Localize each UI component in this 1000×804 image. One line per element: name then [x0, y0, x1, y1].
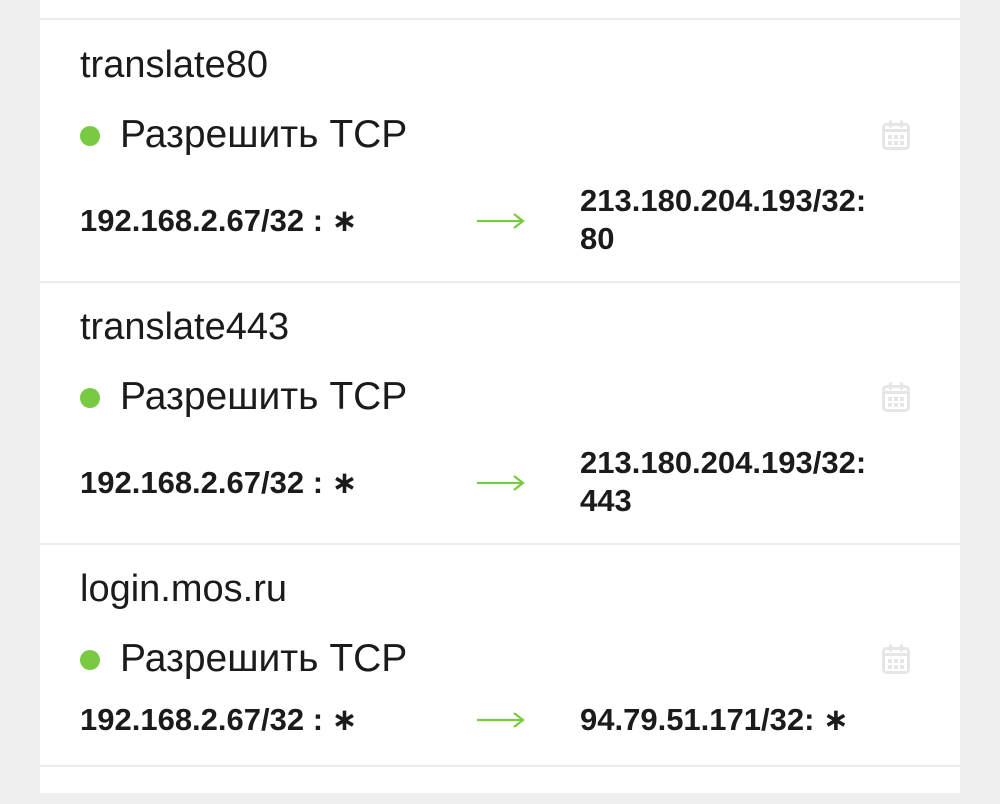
destination-address-line: 213.180.204.193/32: [580, 183, 867, 218]
source-address: 192.168.2.67/32 : ∗ [80, 465, 358, 500]
destination-address: 94.79.51.171/32: ∗ [580, 701, 940, 739]
calendar-icon[interactable] [882, 644, 910, 674]
rule-item[interactable]: translate80 Разрешить TCP 192.168.2.67/3… [40, 20, 960, 280]
status-dot [80, 388, 100, 408]
destination-port-line: 80 [580, 221, 615, 256]
arrow-right-icon [476, 211, 526, 231]
status-dot [80, 650, 100, 670]
destination-address-line: 94.79.51.171/32: ∗ [580, 702, 850, 737]
status-dot [80, 126, 100, 146]
rule-name: translate443 [80, 306, 290, 348]
rule-item[interactable]: translate443 Разрешить TCP 192.168.2.67/… [40, 282, 960, 542]
rule-action: Разрешить TCP [120, 375, 408, 418]
rule-action: Разрешить TCP [120, 113, 408, 156]
rule-action: Разрешить TCP [120, 637, 408, 680]
rule-name: login.mos.ru [80, 568, 287, 610]
list-divider [40, 765, 960, 767]
destination-port-line: 443 [580, 483, 632, 518]
source-address: 192.168.2.67/32 : ∗ [80, 203, 358, 238]
destination-address: 213.180.204.193/32: 443 [580, 444, 940, 520]
source-address: 192.168.2.67/32 : ∗ [80, 702, 358, 737]
destination-address-line: 213.180.204.193/32: [580, 445, 867, 480]
calendar-icon[interactable] [882, 382, 910, 412]
calendar-icon[interactable] [882, 120, 910, 150]
destination-address: 213.180.204.193/32: 80 [580, 182, 940, 258]
arrow-right-icon [476, 473, 526, 493]
rule-name: translate80 [80, 44, 269, 86]
rules-list: translate80 Разрешить TCP 192.168.2.67/3… [40, 0, 960, 793]
arrow-right-icon [476, 710, 526, 730]
